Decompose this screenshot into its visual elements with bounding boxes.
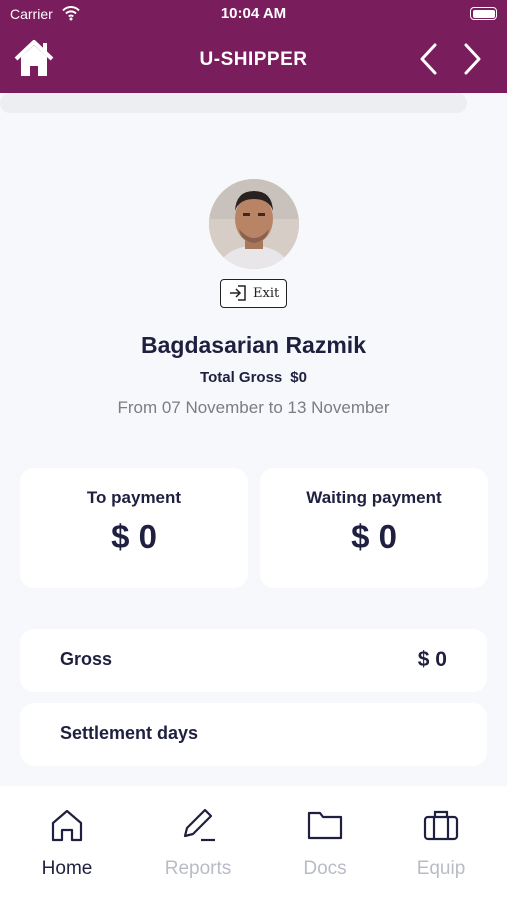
avatar	[209, 179, 299, 269]
user-name: Bagdasarian Razmik	[141, 332, 366, 358]
tab-reports[interactable]: Reports	[135, 786, 261, 900]
exit-button[interactable]: Exit	[220, 279, 287, 308]
folder-icon	[307, 811, 343, 840]
next-week-button[interactable]	[457, 41, 487, 77]
bottom-tab-bar: Home Reports Docs Equip	[0, 786, 507, 900]
briefcase-icon	[423, 810, 459, 841]
waiting-payment-value: $ 0	[351, 518, 397, 555]
settlement-days-label: Settlement days	[60, 723, 199, 743]
tab-home[interactable]: Home	[4, 786, 130, 900]
to-payment-label: To payment	[86, 488, 182, 507]
exit-icon	[230, 285, 246, 301]
tab-docs[interactable]: Docs	[262, 786, 388, 900]
settlement-days-row[interactable]: Settlement days	[20, 703, 487, 766]
gross-value: $ 0	[417, 648, 447, 671]
status-bar: Carrier 10:04 AM	[0, 0, 507, 28]
next-row-partial	[0, 93, 467, 113]
gross-label: Gross	[60, 649, 113, 669]
gross-row[interactable]: Gross $ 0	[20, 629, 487, 692]
home-icon	[51, 809, 83, 842]
to-payment-card: To payment $ 0	[20, 468, 248, 588]
clock: 10:04 AM	[220, 5, 287, 22]
avatar-photo	[209, 179, 299, 269]
previous-week-button[interactable]	[414, 41, 444, 77]
total-gross-label: Total Gross	[200, 369, 283, 386]
date-range: From 07 November to 13 November	[117, 398, 390, 417]
tab-reports-label: Reports	[164, 858, 232, 879]
battery-icon	[470, 7, 497, 20]
total-gross-value: $0	[290, 369, 307, 386]
exit-label: Exit	[253, 286, 280, 301]
app-header: U-SHIPPER	[0, 28, 507, 93]
pencil-icon	[183, 808, 215, 842]
main-content: Exit Bagdasarian Razmik Total Gross $0 Fr…	[0, 93, 507, 786]
tab-equip[interactable]: Equip	[378, 786, 504, 900]
tab-home-label: Home	[41, 858, 93, 879]
tab-docs-label: Docs	[303, 858, 347, 879]
total-gross: Total Gross $0	[0, 369, 507, 386]
waiting-payment-label: Waiting payment	[306, 488, 442, 507]
tab-equip-label: Equip	[416, 858, 466, 879]
waiting-payment-card: Waiting payment $ 0	[260, 468, 488, 588]
to-payment-value: $ 0	[111, 518, 157, 555]
